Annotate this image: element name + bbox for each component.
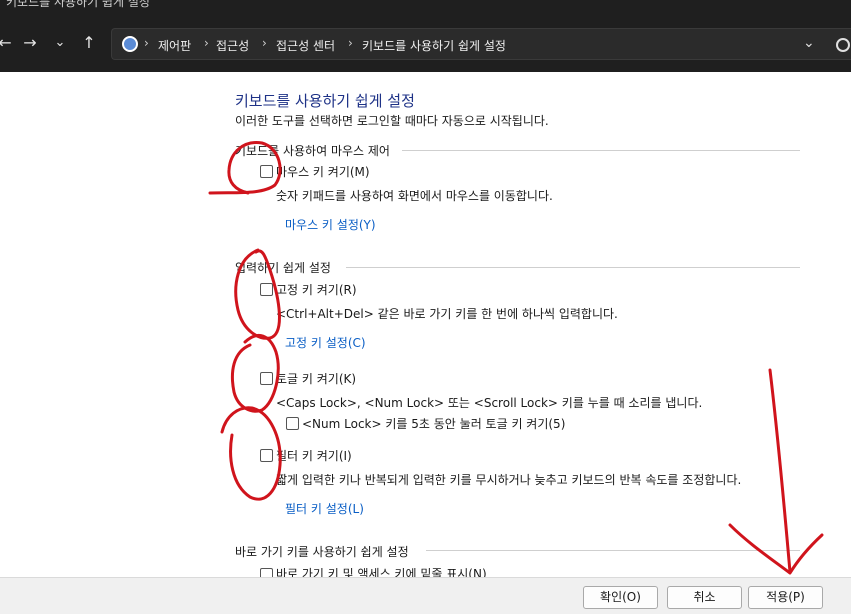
filter-keys-label[interactable]: 필터 키 켜기(I) — [276, 447, 352, 464]
sticky-keys-checkbox[interactable] — [260, 283, 273, 296]
breadcrumb-ease-of-access-center[interactable]: 접근성 센터 — [276, 37, 335, 54]
filter-keys-description: 짧게 입력한 키나 반복되게 입력한 키를 무시하거나 늦추고 키보드의 반복 … — [276, 473, 742, 487]
chevron-down-icon[interactable]: ⌄ — [49, 32, 71, 54]
mouse-keys-checkbox[interactable] — [260, 165, 273, 178]
breadcrumb-separator-icon: › — [262, 36, 267, 50]
underline-shortcuts-checkbox[interactable] — [260, 568, 273, 577]
arrow-left-icon[interactable]: ← — [0, 32, 16, 54]
sticky-keys-label[interactable]: 고정 키 켜기(R) — [276, 281, 357, 298]
group-divider — [402, 150, 800, 151]
sticky-keys-settings-link[interactable]: 고정 키 설정(C) — [285, 334, 366, 351]
breadcrumb-keyboard[interactable]: 키보드를 사용하기 쉽게 설정 — [362, 37, 506, 54]
sticky-keys-description: <Ctrl+Alt+Del> 같은 바로 가기 키를 한 번에 하나씩 입력합니… — [276, 307, 618, 321]
window-title: 키보드를 사용하기 쉽게 설정 — [6, 0, 150, 9]
page-description: 이러한 도구를 선택하면 로그인할 때마다 자동으로 시작됩니다. — [235, 114, 549, 128]
main-content: 키보드를 사용하기 쉽게 설정 이러한 도구를 선택하면 로그인할 때마다 자동… — [0, 72, 851, 577]
breadcrumb-control-panel[interactable]: 제어판 — [158, 37, 191, 54]
mouse-group-title: 키보드를 사용하여 마우스 제어 — [235, 142, 394, 159]
control-panel-icon — [122, 36, 138, 52]
breadcrumb-separator-icon: › — [204, 36, 209, 50]
typing-group-title: 입력하기 쉽게 설정 — [235, 259, 335, 276]
page-title: 키보드를 사용하기 쉽게 설정 — [235, 92, 415, 110]
toggle-keys-checkbox[interactable] — [260, 372, 273, 385]
address-dropdown-icon[interactable]: ⌄ — [803, 35, 815, 51]
mouse-keys-settings-link[interactable]: 마우스 키 설정(Y) — [285, 216, 376, 233]
num-lock-toggle-label[interactable]: <Num Lock> 키를 5초 동안 눌러 토글 키 켜기(5) — [302, 415, 565, 432]
group-divider — [346, 267, 800, 268]
arrow-right-icon[interactable]: → — [19, 32, 41, 54]
breadcrumb-separator-icon: › — [144, 36, 149, 50]
num-lock-toggle-checkbox[interactable] — [286, 417, 299, 430]
navigation-bar: ← → ⌄ ↑ › 제어판 › 접근성 › 접근성 센터 › 키보드를 사용하기… — [0, 16, 851, 72]
address-bar[interactable]: › 제어판 › 접근성 › 접근성 센터 › 키보드를 사용하기 쉽게 설정 ⌄ — [111, 28, 851, 60]
shortcut-group-title: 바로 가기 키를 사용하기 쉽게 설정 — [235, 543, 413, 560]
breadcrumb-separator-icon: › — [348, 36, 353, 50]
refresh-icon[interactable] — [836, 38, 850, 52]
cancel-button[interactable]: 취소 — [667, 586, 742, 609]
arrow-up-icon[interactable]: ↑ — [78, 32, 100, 54]
apply-button[interactable]: 적용(P) — [748, 586, 823, 609]
filter-keys-checkbox[interactable] — [260, 449, 273, 462]
toggle-keys-description: <Caps Lock>, <Num Lock> 또는 <Scroll Lock>… — [276, 396, 703, 410]
mouse-keys-description: 숫자 키패드를 사용하여 화면에서 마우스를 이동합니다. — [276, 189, 553, 203]
toggle-keys-label[interactable]: 토글 키 켜기(K) — [276, 370, 356, 387]
breadcrumb-accessibility[interactable]: 접근성 — [216, 37, 249, 54]
mouse-keys-label[interactable]: 마우스 키 켜기(M) — [276, 163, 370, 180]
title-bar: 키보드를 사용하기 쉽게 설정 — [0, 0, 851, 16]
dialog-footer: 확인(O) 취소 적용(P) — [0, 577, 851, 614]
filter-keys-settings-link[interactable]: 필터 키 설정(L) — [285, 500, 364, 517]
underline-shortcuts-label[interactable]: 바로 가기 키 및 액세스 키에 밑줄 표시(N) — [276, 565, 487, 577]
ok-button[interactable]: 확인(O) — [583, 586, 658, 609]
group-divider — [426, 550, 800, 551]
